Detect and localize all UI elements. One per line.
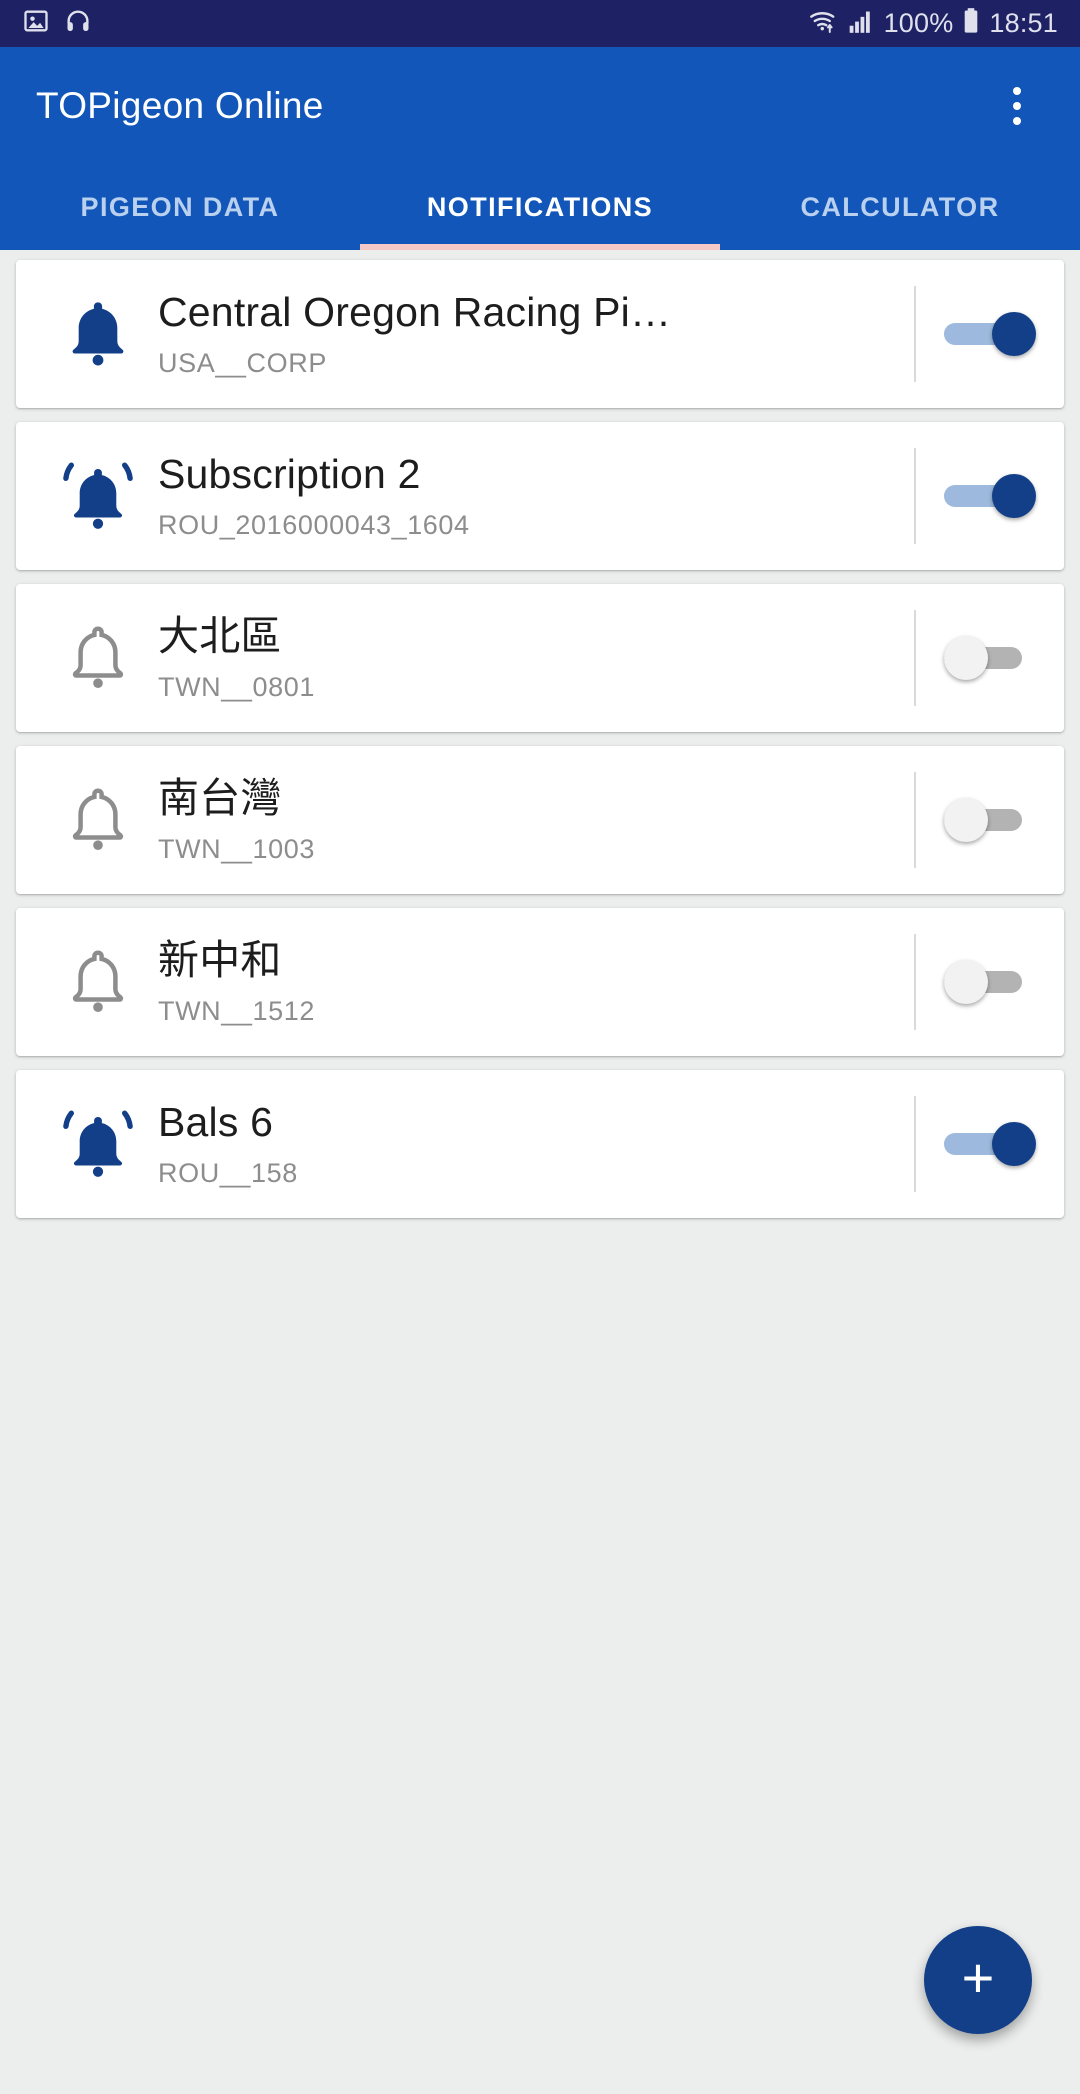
headphones-icon (64, 7, 92, 40)
plus-icon: + (961, 1946, 995, 2009)
tab-pigeon-data[interactable]: PIGEON DATA (0, 164, 360, 250)
row-subtitle: TWN__1003 (158, 833, 315, 864)
app-bar: TOPigeon Online (0, 47, 1080, 164)
bell-outline-icon (50, 945, 146, 1019)
row-switch-cell (916, 312, 1064, 356)
battery-icon (962, 7, 980, 40)
row-title: Bals 6 (158, 1099, 274, 1146)
row-switch-cell (916, 1122, 1064, 1166)
toggle-thumb (992, 1122, 1036, 1166)
row-title: Central Oregon Racing Pi… (158, 289, 672, 336)
row-title: 大北區 (158, 613, 282, 660)
table-row[interactable]: 大北區 TWN__0801 (16, 584, 1064, 732)
wifi-icon (809, 7, 839, 40)
toggle-thumb (944, 636, 988, 680)
row-switch-cell (916, 474, 1064, 518)
overflow-menu-icon[interactable] (990, 76, 1044, 136)
notification-toggle[interactable] (944, 474, 1036, 518)
row-subtitle: TWN__1512 (158, 995, 315, 1026)
status-bar-left (22, 7, 92, 40)
table-row[interactable]: Subscription 2 ROU_2016000043_1604 (16, 422, 1064, 570)
toggle-thumb (944, 798, 988, 842)
table-row[interactable]: 南台灣 TWN__1003 (16, 746, 1064, 894)
row-title: 新中和 (158, 937, 282, 984)
overflow-dot (1013, 116, 1021, 125)
row-text: 南台灣 TWN__1003 (146, 775, 914, 864)
row-text: Bals 6 ROU__158 (146, 1099, 914, 1188)
row-subtitle: USA__CORP (158, 347, 327, 378)
toggle-thumb (992, 312, 1036, 356)
toggle-thumb (944, 960, 988, 1004)
row-switch-cell (916, 636, 1064, 680)
battery-percent-label: 100% (883, 8, 954, 38)
row-text: 新中和 TWN__1512 (146, 937, 914, 1026)
notification-toggle[interactable] (944, 960, 1036, 1004)
tab-label: CALCULATOR (800, 191, 1000, 222)
tab-label: PIGEON DATA (80, 191, 280, 222)
add-notification-fab[interactable]: + (924, 1926, 1032, 2034)
notification-toggle[interactable] (944, 798, 1036, 842)
image-icon (22, 7, 50, 40)
table-row[interactable]: Central Oregon Racing Pi… USA__CORP (16, 260, 1064, 408)
table-row[interactable]: 新中和 TWN__1512 (16, 908, 1064, 1056)
bell-outline-icon (50, 783, 146, 857)
row-title: Subscription 2 (158, 451, 421, 498)
row-subtitle: ROU__158 (158, 1157, 298, 1188)
bell-filled-icon (50, 296, 146, 372)
bell-ringing-icon (50, 1106, 146, 1182)
notifications-list: Central Oregon Racing Pi… USA__CORP Subs… (0, 250, 1080, 1218)
row-title: 南台灣 (158, 775, 282, 822)
row-switch-cell (916, 798, 1064, 842)
tab-label: NOTIFICATIONS (426, 191, 654, 222)
signal-icon (848, 8, 875, 39)
status-bar-right: 100% 18:51 (809, 7, 1058, 40)
bell-outline-icon (50, 621, 146, 695)
clock-label: 18:51 (989, 8, 1058, 38)
row-subtitle: TWN__0801 (158, 671, 315, 702)
tab-notifications[interactable]: NOTIFICATIONS (360, 164, 720, 250)
toggle-thumb (992, 474, 1036, 518)
row-text: Central Oregon Racing Pi… USA__CORP (146, 289, 914, 378)
row-text: 大北區 TWN__0801 (146, 613, 914, 702)
row-switch-cell (916, 960, 1064, 1004)
table-row[interactable]: Bals 6 ROU__158 (16, 1070, 1064, 1218)
bell-ringing-icon (50, 458, 146, 534)
row-subtitle: ROU_2016000043_1604 (158, 509, 470, 540)
status-bar: 100% 18:51 (0, 0, 1080, 47)
overflow-dot (1013, 86, 1021, 95)
app-title: TOPigeon Online (36, 84, 324, 126)
row-text: Subscription 2 ROU_2016000043_1604 (146, 451, 914, 540)
notification-toggle[interactable] (944, 636, 1036, 680)
notification-toggle[interactable] (944, 312, 1036, 356)
tab-bar: PIGEON DATA NOTIFICATIONS CALCULATOR (0, 164, 1080, 250)
tab-calculator[interactable]: CALCULATOR (720, 164, 1080, 250)
overflow-dot (1013, 101, 1021, 110)
notification-toggle[interactable] (944, 1122, 1036, 1166)
